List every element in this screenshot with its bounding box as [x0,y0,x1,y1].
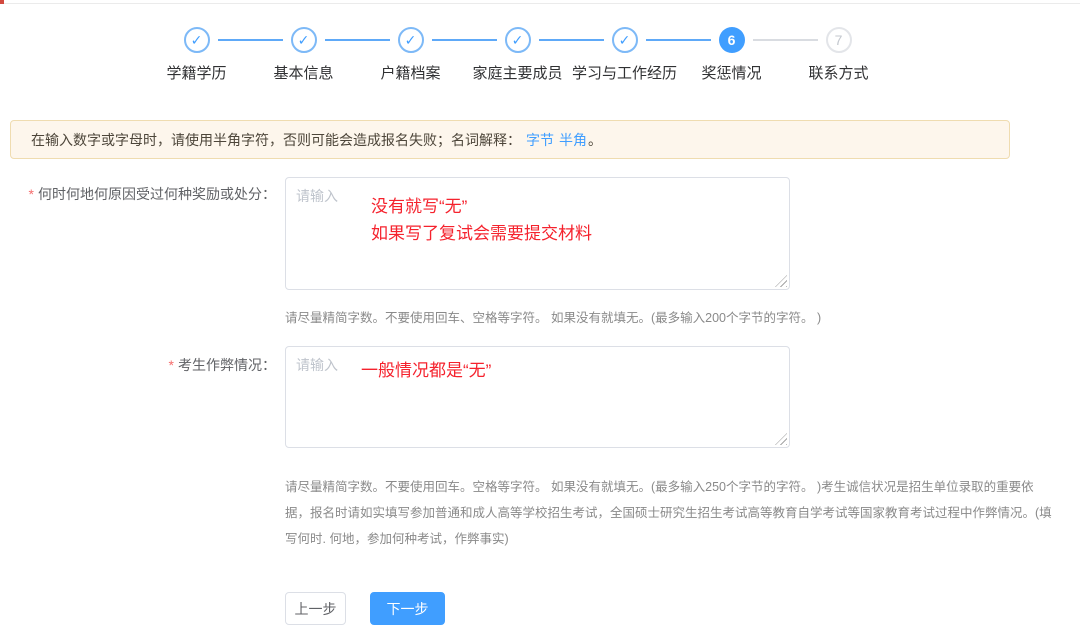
step-label: 基本信息 [273,62,333,83]
required-asterisk: * [29,186,34,202]
step-connector [539,39,604,41]
rewards-punishments-label: *何时何地何原因受过何种奖励或处分： [0,184,276,204]
rewards-punishments-textarea[interactable] [285,177,790,290]
rewards-punishments-textarea-wrap: 没有就写“无” 如果写了复试会需要提交材料 [285,177,790,290]
halfwidth-definition-link[interactable]: 半角 [559,130,587,150]
cheating-helper-text: 请尽量精简字数。不要使用回车。空格等字符。 如果没有就填无。(最多输入250个字… [285,474,1053,552]
check-icon: ✓ [612,27,638,53]
step-connector [218,39,283,41]
step-household-archive: ✓ 户籍档案 [357,27,464,83]
top-divider [0,3,1080,4]
check-icon: ✓ [398,27,424,53]
step-student-status: ✓ 学籍学历 [143,27,250,83]
previous-step-button[interactable]: 上一步 [285,592,346,625]
step-study-work-history: ✓ 学习与工作经历 [571,27,678,83]
step-label: 奖惩情况 [701,62,761,83]
rewards-helper-text: 请尽量精简字数。不要使用回车、空格等字符。 如果没有就填无。(最多输入200个字… [285,305,905,331]
step-connector [325,39,390,41]
next-step-button[interactable]: 下一步 [370,592,445,625]
registration-wizard-page: ✓ 学籍学历 ✓ 基本信息 ✓ 户籍档案 ✓ 家庭主要成员 ✓ 学习与工作经历 … [0,0,1080,638]
step-connector [646,39,711,41]
cheating-record-label: *考生作弊情况： [0,355,276,375]
rewards-punishments-label-text: 何时何地何原因受过何种奖励或处分： [38,186,276,202]
cheating-record-label-text: 考生作弊情况： [178,357,276,373]
notice-text: 在输入数字或字母时，请使用半角字符，否则可能会造成报名失败；名词解释： [31,130,521,150]
corner-artifact [0,0,4,4]
check-icon: ✓ [184,27,210,53]
step-contact-info: 7 联系方式 [785,27,892,83]
step-label: 学习与工作经历 [572,62,677,83]
step-basic-info: ✓ 基本信息 [250,27,357,83]
step-number-badge: 6 [719,27,745,53]
byte-definition-link[interactable]: 字节 [526,130,554,150]
step-family-members: ✓ 家庭主要成员 [464,27,571,83]
check-icon: ✓ [505,27,531,53]
step-label: 家庭主要成员 [472,62,562,83]
step-connector [753,39,818,41]
step-label: 联系方式 [808,62,868,83]
step-number-badge: 7 [826,27,852,53]
required-asterisk: * [169,357,174,373]
cheating-record-textarea-wrap: 一般情况都是“无” [285,346,790,448]
step-connector [432,39,497,41]
cheating-record-textarea[interactable] [285,346,790,448]
check-icon: ✓ [291,27,317,53]
step-label: 学籍学历 [166,62,226,83]
step-rewards-punishments: 6 奖惩情况 [678,27,785,83]
halfwidth-warning-banner: 在输入数字或字母时，请使用半角字符，否则可能会造成报名失败；名词解释： 字节 半… [10,120,1010,159]
step-label: 户籍档案 [380,62,440,83]
notice-text-end: 。 [588,130,602,150]
wizard-stepper: ✓ 学籍学历 ✓ 基本信息 ✓ 户籍档案 ✓ 家庭主要成员 ✓ 学习与工作经历 … [143,27,892,83]
